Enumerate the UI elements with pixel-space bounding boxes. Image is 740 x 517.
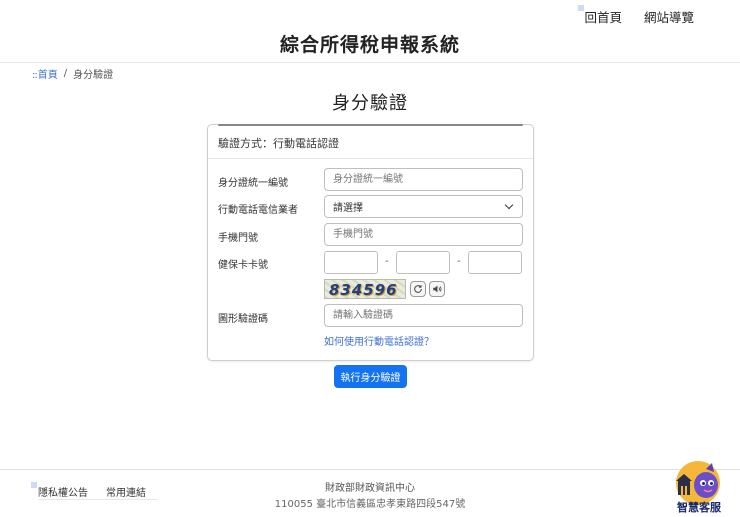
home-link-label: 回首頁 (584, 10, 622, 25)
nhi-card-input-2[interactable] (396, 251, 450, 274)
captcha-input[interactable] (324, 304, 523, 327)
audio-captcha-button[interactable] (429, 281, 445, 297)
breadcrumb-marker: :: (32, 70, 38, 81)
card-accent (218, 124, 523, 126)
captcha-image: 834596 (324, 279, 406, 299)
sitemap-link[interactable]: 網站導覽 (644, 7, 694, 26)
footer-info: 財政部財政資訊中心 110055 臺北市信義區忠孝東路四段547號 (0, 481, 740, 513)
phone-label: 手機門號 (218, 233, 258, 244)
sitemap-link-label: 網站導覽 (643, 10, 694, 25)
carrier-select-value: 請選擇 (333, 203, 363, 214)
nhi-card-group: - - (324, 251, 523, 274)
page-title: 身分驗證 (332, 93, 408, 114)
header-divider (0, 62, 740, 63)
refresh-captcha-button[interactable] (410, 281, 426, 297)
mobile-help-link[interactable]: 如何使用行動電話認證？ (324, 333, 434, 348)
nhi-card-input-3[interactable] (468, 251, 522, 274)
footer-address: 110055 臺北市信義區忠孝東路四段547號 (274, 499, 466, 510)
top-nav: 回首頁 網站導覽 (578, 5, 694, 26)
carrier-select[interactable]: 請選擇 (324, 195, 523, 218)
verification-method-label: 驗證方式：行動電話認證 (218, 137, 339, 150)
chatbot-label[interactable]: 智慧客服 (670, 499, 728, 515)
breadcrumb-current: 身分驗證 (73, 70, 114, 81)
chevron-down-icon (504, 200, 514, 210)
phone-input[interactable] (324, 223, 523, 246)
site-title: 綜合所得稅申報系統 (279, 34, 460, 56)
captcha-text: 834596 (329, 281, 398, 299)
captcha-label: 圖形驗證碼 (218, 314, 268, 325)
nhi-card-input-1[interactable] (324, 251, 378, 274)
breadcrumb: ::首頁 / 身分驗證 (32, 66, 113, 81)
nhi-card-label: 健保卡卡號 (218, 260, 268, 271)
dots-icon (578, 5, 585, 11)
card-divider (208, 158, 533, 159)
carrier-label: 行動電話電信業者 (218, 205, 298, 216)
nhi-dash-2: - (457, 256, 461, 267)
id-number-label: 身分證統一編號 (218, 178, 288, 189)
footer-divider (0, 469, 740, 470)
id-number-input[interactable] (324, 168, 523, 191)
submit-verification-button[interactable]: 執行身分驗證 (334, 365, 407, 388)
breadcrumb-home[interactable]: ::首頁 (32, 66, 58, 81)
speaker-icon (433, 285, 442, 293)
nhi-dash-1: - (385, 256, 389, 267)
verification-card: 驗證方式：行動電話認證 身分證統一編號 行動電話電信業者 請選擇 手機門號 健保… (207, 124, 534, 361)
home-link[interactable]: 回首頁 (578, 5, 622, 26)
breadcrumb-home-label: 首頁 (37, 70, 58, 81)
breadcrumb-separator: / (63, 68, 68, 79)
refresh-icon (414, 285, 422, 293)
footer-org: 財政部財政資訊中心 (325, 483, 415, 494)
